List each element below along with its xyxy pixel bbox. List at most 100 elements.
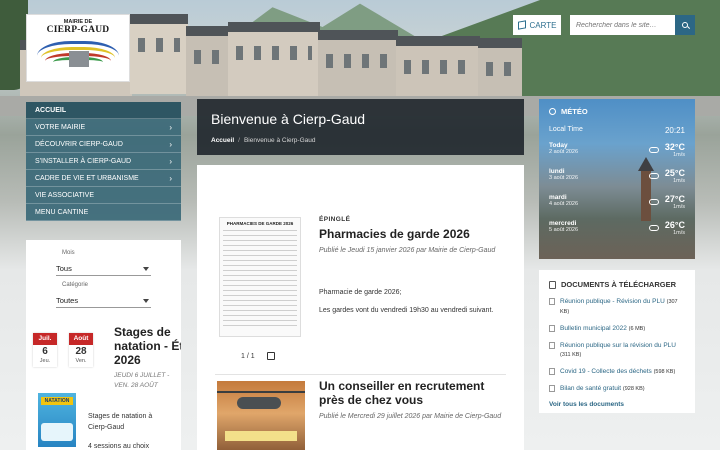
nav-item-label: Vie associative xyxy=(35,191,95,199)
search-button[interactable] xyxy=(675,15,695,35)
fullscreen-icon[interactable] xyxy=(266,352,275,360)
search-icon xyxy=(682,22,688,28)
document-icon xyxy=(549,280,556,289)
event-poster-title: NATATION xyxy=(41,397,73,405)
document-size: (311 KB) xyxy=(560,352,582,358)
divider xyxy=(215,374,506,375)
mois-select[interactable]: Tous xyxy=(56,262,151,276)
document-link[interactable]: Réunion publique sur la révision du PLU … xyxy=(549,341,685,360)
document-link[interactable]: Réunion publique - Révision du PLU (307 … xyxy=(549,297,685,317)
forecast-temp: 25°C xyxy=(664,168,685,178)
cloud-icon xyxy=(648,173,659,179)
nav-item-vie-associative[interactable]: Vie associative xyxy=(26,187,181,204)
weather-widget: MÉTÉO Local Time 20:21 Today 2 août 2026 … xyxy=(539,99,695,259)
calendar-end-date: Août 28 Ven. xyxy=(69,333,93,367)
document-label: Covid 19 - Collecte des déchets xyxy=(560,368,652,375)
forecast-day: mardi xyxy=(549,194,567,201)
nav-item-label: Cadre de vie et urbanisme xyxy=(35,174,139,182)
document-link[interactable]: Covid 19 - Collecte des déchets (598 KB) xyxy=(549,367,685,377)
forecast-row: Today 2 août 2026 32°C 1m/s xyxy=(549,142,685,158)
caret-down-icon xyxy=(143,266,149,271)
forecast-day: Today xyxy=(549,142,568,149)
calendar-month: Juil. xyxy=(33,333,57,345)
documents-title: DOCUMENTS À TÉLÉCHARGER xyxy=(561,280,677,289)
logo-name: CIERP-GAUD xyxy=(46,25,110,35)
nav-item-decouvrir[interactable]: Découvrir Cierp-Gaud › xyxy=(26,136,181,153)
nav-item-votre-mairie[interactable]: Votre mairie › xyxy=(26,119,181,136)
breadcrumb-current: Bienvenue à Cierp-Gaud xyxy=(243,137,316,144)
forecast-day: mercredi xyxy=(549,220,577,227)
site-logo[interactable]: MAIRIE DE CIERP-GAUD xyxy=(26,14,130,82)
calendar-weekday: Jeu. xyxy=(39,358,51,364)
forecast-temp: 32°C xyxy=(664,142,685,152)
event-description: Stages de natation à Cierp-Gaud xyxy=(88,413,153,431)
nav-item-label: Découvrir Cierp-Gaud xyxy=(35,140,123,148)
forecast-wind: 1m/s xyxy=(673,178,685,184)
document-label: Bilan de santé gratuit xyxy=(560,385,622,392)
breadcrumb-separator: / xyxy=(238,137,240,144)
event-dates: JEUDI 6 JUILLET - VEN. 28 AOÛT xyxy=(114,372,170,389)
nav-item-label: Menu cantine xyxy=(35,208,89,216)
forecast-row: mercredi 5 août 2026 26°C 1m/s xyxy=(549,220,685,236)
calendar-start-date: Juil. 6 Jeu. xyxy=(33,333,57,367)
local-time-row: Local Time 20:21 xyxy=(549,126,685,135)
nav-item-menu-cantine[interactable]: Menu cantine xyxy=(26,204,181,221)
file-icon xyxy=(549,298,555,305)
thumbnail-heading: PHARMACIES DE GARDE 2026 xyxy=(226,221,294,226)
mois-value: Tous xyxy=(56,264,72,273)
page-title: Bienvenue à Cierp-Gaud xyxy=(211,111,366,127)
nav-item-sinstaller[interactable]: S'installer à Cierp-Gaud › xyxy=(26,153,181,170)
cloud-icon xyxy=(648,199,659,205)
post-thumbnail-pharmacies[interactable]: PHARMACIES DE GARDE 2026 xyxy=(219,217,301,337)
nav-item-accueil[interactable]: Accueil xyxy=(26,102,181,119)
sun-icon xyxy=(549,108,556,115)
nav-item-label: Votre mairie xyxy=(35,123,86,131)
event-title[interactable]: Stages de natation - Été 2026 xyxy=(114,325,181,367)
forecast-wind: 1m/s xyxy=(673,204,685,210)
chevron-right-icon: › xyxy=(169,156,172,166)
forecast-wind: 1m/s xyxy=(673,152,685,158)
map-button-label: CARTE xyxy=(529,20,557,30)
document-label: Réunion publique - Révision du PLU xyxy=(560,298,665,305)
cloud-icon xyxy=(648,147,659,153)
calendar-day: 28 xyxy=(75,346,87,357)
document-size: (598 KB) xyxy=(653,369,676,375)
document-link[interactable]: Bilan de santé gratuit (928 KB) xyxy=(549,384,685,394)
file-icon xyxy=(549,385,555,392)
caret-down-icon xyxy=(143,298,149,303)
event-description-extra: 4 sessions au choix xyxy=(88,443,150,450)
post-title[interactable]: Pharmacies de garde 2026 xyxy=(319,227,470,241)
gallery-counter: 1 / 1 xyxy=(241,352,255,360)
page-header: Bienvenue à Cierp-Gaud Accueil / Bienven… xyxy=(197,99,524,155)
categorie-label: Catégorie xyxy=(62,282,89,288)
mois-label: Mois xyxy=(62,250,75,256)
file-icon xyxy=(549,325,555,332)
event-poster-image[interactable]: NATATION xyxy=(38,393,76,447)
news-feed: PHARMACIES DE GARDE 2026 1 / 1 ÉPINGLÉ P… xyxy=(197,165,524,450)
post-excerpt: Pharmacie de garde 2026; xyxy=(319,289,402,296)
categorie-value: Toutes xyxy=(56,296,79,305)
forecast-day: lundi xyxy=(549,168,565,175)
post-thumbnail-recrutement[interactable] xyxy=(217,381,305,450)
logo-emblem xyxy=(31,37,125,75)
document-link[interactable]: Bulletin municipal 2022 (6 MB) xyxy=(549,324,685,334)
calendar-month: Août xyxy=(69,333,93,345)
weather-title: MÉTÉO xyxy=(561,107,588,116)
forecast-date: 4 août 2026 xyxy=(549,201,579,207)
chevron-right-icon: › xyxy=(169,122,172,132)
post-title[interactable]: Un conseiller en recrutement près de che… xyxy=(319,379,504,407)
file-icon xyxy=(549,368,555,375)
all-documents-link[interactable]: Voir tous les documents xyxy=(549,401,685,408)
breadcrumb-home-link[interactable]: Accueil xyxy=(211,137,234,144)
file-icon xyxy=(549,342,555,349)
map-button[interactable]: CARTE xyxy=(513,15,561,35)
nav-item-cadre-de-vie[interactable]: Cadre de vie et urbanisme › xyxy=(26,170,181,187)
document-size: (928 KB) xyxy=(622,386,645,392)
forecast-date: 2 août 2026 xyxy=(549,149,579,155)
search-input[interactable] xyxy=(570,15,675,35)
categorie-select[interactable]: Toutes xyxy=(56,294,151,308)
document-label: Bulletin municipal 2022 xyxy=(560,325,627,332)
forecast-date: 5 août 2026 xyxy=(549,227,579,233)
post-meta: Publié le Mercredi 29 juillet 2026 par M… xyxy=(319,413,502,420)
post-meta: Publié le Jeudi 15 janvier 2026 par Mair… xyxy=(319,247,496,254)
